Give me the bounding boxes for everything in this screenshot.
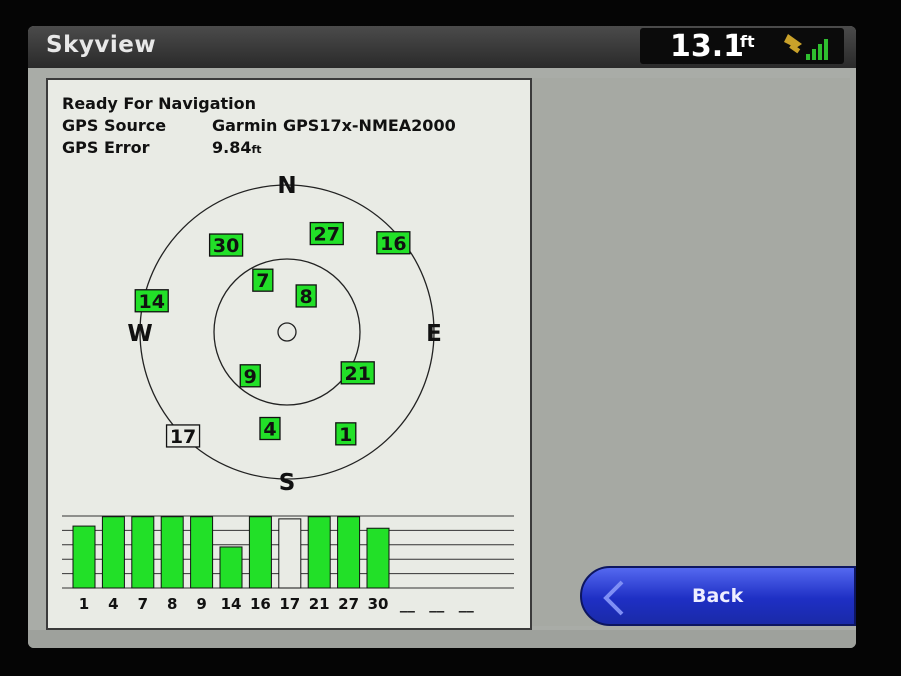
signal-bar-30: [366, 527, 390, 589]
empty-slot-label: __: [459, 595, 475, 613]
satellite-16: 16: [376, 231, 411, 255]
signal-bar-17: [278, 518, 302, 589]
back-label: Back: [692, 585, 744, 607]
back-button[interactable]: Back: [580, 566, 856, 626]
signal-bar-label-9: 9: [196, 595, 206, 613]
compass-south: S: [279, 470, 296, 496]
compass-west: W: [127, 321, 152, 347]
satellite-label: 7: [256, 270, 269, 292]
satellite-label: 21: [344, 363, 370, 385]
zenith-ring: [277, 322, 297, 342]
satellite-layer: 30 27 16 7 8 14 9 21 4 1 17: [134, 221, 411, 448]
empty-slot-label: __: [400, 595, 416, 613]
signal-bar-21: [307, 516, 331, 589]
signal-bar-label-27: 27: [338, 595, 359, 613]
signal-bar-label-8: 8: [167, 595, 177, 613]
satellite-label: 4: [263, 419, 276, 441]
elevation-45-ring: [213, 258, 361, 406]
satellite-17: 17: [165, 424, 201, 448]
depth-readout: 13.1: [670, 29, 745, 64]
satellite-label: 14: [138, 291, 164, 313]
signal-bar-7: [131, 516, 155, 589]
satellite-1: 1: [335, 422, 357, 446]
satellite-14: 14: [134, 289, 169, 313]
signal-bar-label-30: 30: [368, 595, 389, 613]
satellite-label: 17: [170, 426, 196, 448]
signal-bar-4: [101, 516, 125, 589]
satellite-7: 7: [252, 268, 274, 292]
satellite-8: 8: [295, 284, 317, 308]
satellite-label: 16: [380, 233, 406, 255]
satellite-30: 30: [208, 233, 244, 257]
satellite-9: 9: [239, 364, 261, 388]
satellite-27: 27: [309, 221, 344, 246]
signal-bar-16: [248, 516, 272, 589]
signal-bar-9: [190, 516, 214, 589]
compass-east: E: [426, 321, 442, 347]
satellite-label: 8: [300, 286, 313, 308]
signal-bar-label-7: 7: [138, 595, 148, 613]
signal-bar-14: [219, 546, 243, 589]
signal-bar-label-1: 1: [79, 595, 89, 613]
signal-bar-label-21: 21: [309, 595, 330, 613]
satellite-21: 21: [340, 361, 375, 385]
satellite-label: 1: [339, 424, 352, 446]
signal-bar-label-16: 16: [250, 595, 271, 613]
signal-bar-8: [160, 516, 184, 589]
signal-bars: 1 4 7 8 9 14 16 17 21 27 30 __ __ __: [72, 516, 475, 613]
skyview-panel: Ready For Navigation GPS Source Garmin G…: [46, 78, 532, 630]
signal-bar-1: [72, 525, 96, 589]
status-box: 13.1 ft: [640, 28, 844, 64]
signal-bar-label-4: 4: [108, 595, 118, 613]
depth-unit: ft: [740, 32, 755, 51]
satellite-label: 30: [213, 235, 239, 257]
satellite-label: 27: [314, 224, 340, 246]
device-screen: Skyview 13.1 ft Ready For Navigation GPS…: [28, 26, 856, 648]
compass-north: N: [277, 173, 296, 199]
signal-bar-label-17: 17: [279, 595, 300, 613]
satellite-signal-icon: [784, 34, 828, 60]
satellite-label: 9: [244, 366, 257, 388]
signal-bar-27: [337, 516, 361, 589]
map-background: [532, 78, 850, 626]
sky-plot: N S E W 3027 1678149 214 117 1 4 7 8 9 14 16 17 21 2…: [62, 173, 514, 613]
signal-bar-label-14: 14: [221, 595, 242, 613]
title-bar: Skyview 13.1 ft: [28, 26, 856, 68]
back-arrow-icon: [603, 580, 624, 616]
page-title: Skyview: [46, 32, 157, 58]
bottom-strip: [28, 630, 856, 648]
satellite-4: 4: [259, 416, 281, 441]
empty-slot-label: __: [429, 595, 445, 613]
